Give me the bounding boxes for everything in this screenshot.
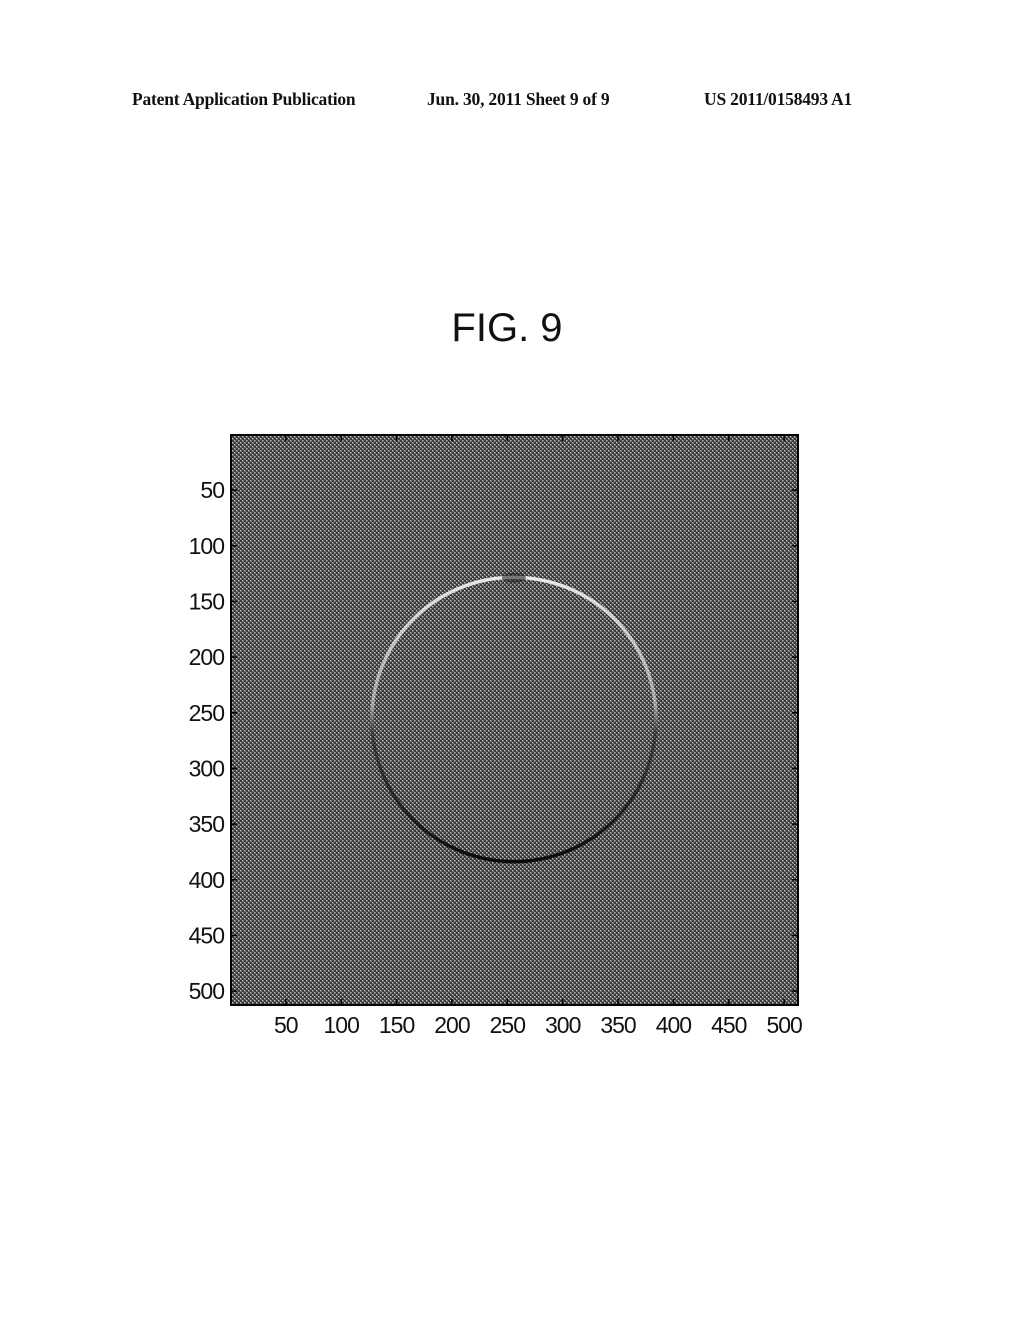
y-tick-label: 200 — [189, 644, 225, 670]
figure-plot: 50 100 150 200 250 300 350 400 450 500 50 100 150 20… — [189, 434, 803, 1038]
y-tick-label: 300 — [189, 755, 225, 781]
top-dark-spot — [501, 572, 526, 583]
image-area — [231, 435, 798, 1005]
x-tick-label: 50 — [274, 1012, 298, 1038]
x-tick-label: 100 — [324, 1012, 360, 1038]
x-tick-label: 350 — [600, 1012, 636, 1038]
y-tick-label: 350 — [189, 811, 225, 837]
y-tick-label: 450 — [189, 922, 225, 948]
y-tick-label: 150 — [189, 588, 225, 614]
y-tick-label: 400 — [189, 867, 225, 893]
x-tick-label: 300 — [545, 1012, 581, 1038]
y-tick-label: 100 — [189, 533, 225, 559]
x-tick-label: 250 — [490, 1012, 526, 1038]
y-tick-label: 500 — [189, 978, 225, 1004]
axes: 50 100 150 200 250 300 350 400 450 500 50 100 150 20… — [189, 434, 803, 1038]
x-tick-label: 450 — [711, 1012, 747, 1038]
x-tick-label: 200 — [434, 1012, 470, 1038]
x-tick-label: 150 — [379, 1012, 415, 1038]
y-tick-label: 50 — [200, 477, 224, 503]
x-tick-label: 400 — [656, 1012, 692, 1038]
y-tick-label: 250 — [189, 700, 225, 726]
x-tick-label: 500 — [766, 1012, 802, 1038]
